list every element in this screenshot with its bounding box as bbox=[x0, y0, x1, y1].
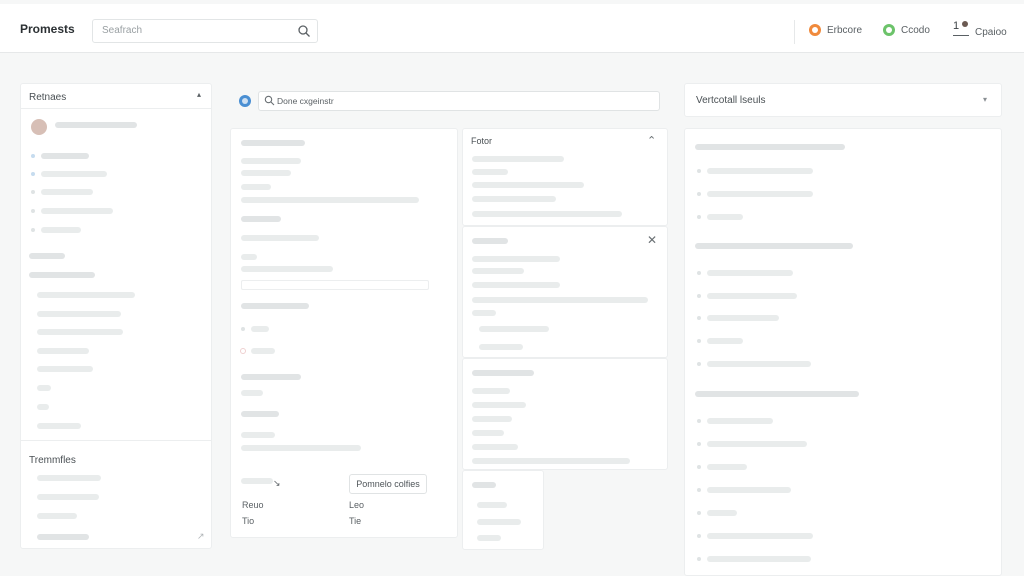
avatar bbox=[31, 119, 47, 135]
section-heading bbox=[695, 243, 853, 249]
card-heading bbox=[472, 238, 508, 244]
card-heading bbox=[241, 303, 309, 309]
label bbox=[241, 478, 273, 484]
radio-option[interactable] bbox=[251, 348, 275, 354]
sidebar-item[interactable] bbox=[41, 153, 89, 159]
user-notification-icon: 1 bbox=[953, 20, 971, 38]
sidebar-item[interactable] bbox=[37, 385, 51, 391]
section-heading bbox=[695, 144, 845, 150]
chevron-down-icon[interactable]: ▾ bbox=[983, 95, 987, 104]
close-icon[interactable]: ✕ bbox=[647, 233, 657, 247]
sidebar-item[interactable] bbox=[41, 171, 107, 177]
sidebar-item[interactable] bbox=[37, 404, 49, 410]
log-card bbox=[462, 358, 668, 470]
erbcore-label: Erbcore bbox=[827, 24, 863, 36]
center-search-row: Done cxgeinstr bbox=[230, 83, 668, 119]
text-field[interactable] bbox=[241, 280, 429, 290]
erbcore-action[interactable]: Erbcore bbox=[809, 24, 862, 36]
template-item[interactable] bbox=[37, 513, 77, 519]
filter-icon[interactable] bbox=[239, 95, 251, 107]
view-dropdown-value: Vertcotall lseuls bbox=[696, 95, 766, 106]
view-dropdown[interactable]: Vertcotall lseuls ▾ bbox=[684, 83, 1002, 117]
sidebar-item[interactable] bbox=[37, 311, 121, 317]
orange-circle-icon bbox=[809, 24, 821, 36]
profile-name bbox=[55, 122, 137, 128]
filter-card: Fotor ⌃ bbox=[462, 128, 668, 226]
template-item[interactable] bbox=[37, 494, 99, 500]
radio-option[interactable] bbox=[251, 326, 269, 332]
card-heading bbox=[472, 370, 534, 376]
right-panel bbox=[684, 128, 1002, 576]
section-subheading bbox=[29, 272, 95, 278]
details-card: ↘ Pomnelo colfies Reuo Leo Tio Tie bbox=[230, 128, 458, 538]
cpaioo-label: Cpaioo bbox=[975, 26, 1007, 38]
sidebar-item[interactable] bbox=[37, 292, 135, 298]
green-circle-icon bbox=[883, 24, 895, 36]
search-placeholder: Seafrach bbox=[102, 25, 143, 36]
section-heading bbox=[695, 391, 859, 397]
sidebar-item[interactable] bbox=[41, 189, 93, 195]
table-cell: Reuo bbox=[242, 500, 264, 510]
sidebar-item[interactable] bbox=[41, 208, 113, 214]
topbar-divider bbox=[794, 20, 795, 44]
expand-icon[interactable]: ⌃ bbox=[647, 134, 656, 147]
card-heading bbox=[241, 374, 301, 380]
cursor-icon: ↘ bbox=[273, 478, 281, 488]
search-icon bbox=[264, 95, 275, 106]
cpaioo-action[interactable]: 1 Cpaioo bbox=[953, 20, 1007, 38]
sidebar-divider bbox=[21, 108, 211, 109]
radio-button[interactable] bbox=[240, 348, 246, 354]
table-cell: Tio bbox=[242, 516, 255, 526]
chevron-up-icon[interactable]: ▴ bbox=[197, 90, 201, 99]
content-search-placeholder: Done cxgeinstr bbox=[277, 96, 334, 106]
sidebar-item[interactable] bbox=[37, 366, 93, 372]
table-cell: Leo bbox=[349, 500, 365, 510]
templates-title: Tremmfles bbox=[29, 455, 76, 466]
section-heading bbox=[29, 253, 65, 259]
sidebar-item[interactable] bbox=[41, 227, 81, 233]
search-icon[interactable] bbox=[297, 24, 311, 38]
pin-icon[interactable]: ↗ bbox=[197, 531, 205, 542]
sidebar-item[interactable] bbox=[37, 329, 123, 335]
template-item[interactable] bbox=[37, 475, 101, 481]
card-heading bbox=[241, 216, 281, 222]
filter-card-title: Fotor bbox=[471, 136, 493, 146]
template-item[interactable] bbox=[37, 534, 89, 540]
app-title: Promests bbox=[20, 22, 75, 36]
notification-count: 1 bbox=[953, 20, 960, 32]
sidebar-item[interactable] bbox=[37, 348, 89, 354]
ccodo-action[interactable]: Ccodo bbox=[883, 24, 930, 36]
left-sidebar: Retnaes ▴ Tremmfles ↗ bbox=[20, 83, 212, 549]
top-bar: Promests Seafrach Erbcore Ccodo 1 Cpaioo bbox=[0, 4, 1024, 53]
table-cell: Tie bbox=[349, 516, 362, 526]
sidebar-title: Retnaes bbox=[29, 92, 67, 103]
card-heading bbox=[241, 140, 305, 146]
small-card bbox=[462, 470, 544, 550]
search-input[interactable]: Seafrach bbox=[92, 19, 318, 43]
ccodo-label: Ccodo bbox=[901, 24, 930, 36]
card-heading bbox=[241, 411, 279, 417]
sidebar-item[interactable] bbox=[37, 423, 81, 429]
options-card: ✕ bbox=[462, 226, 668, 358]
primary-button[interactable]: Pomnelo colfies bbox=[349, 474, 427, 494]
content-search-input[interactable]: Done cxgeinstr bbox=[258, 91, 660, 111]
